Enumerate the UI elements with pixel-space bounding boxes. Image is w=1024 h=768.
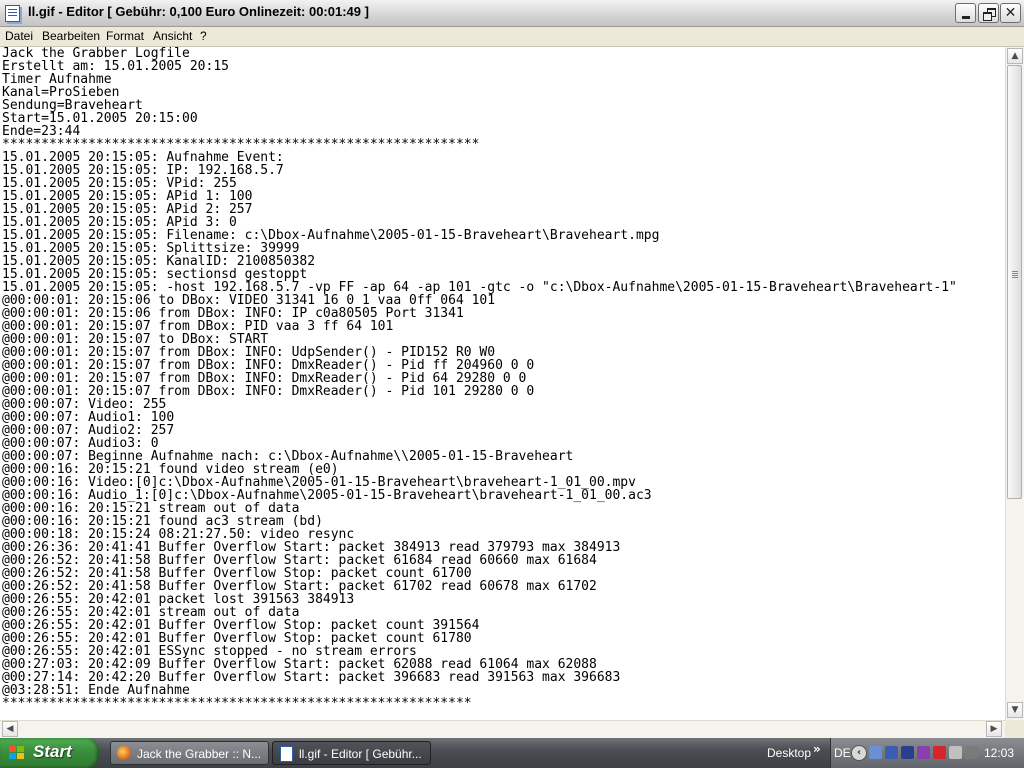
clock: 12:03 xyxy=(984,746,1015,760)
language-indicator[interactable]: DE xyxy=(834,746,851,760)
firefox-icon xyxy=(117,746,131,760)
arrow-left-icon: ◀ xyxy=(6,724,14,734)
taskbar-item-label: ll.gif - Editor [ Gebühr... xyxy=(299,747,422,761)
menu-bearbeiten[interactable]: Bearbeiten xyxy=(42,29,100,43)
media-icon[interactable] xyxy=(917,746,930,759)
antivirus-icon[interactable] xyxy=(933,746,946,759)
network-icon[interactable] xyxy=(869,746,882,759)
taskbar-item-label: Jack the Grabber :: N... xyxy=(137,747,262,761)
menu-ansicht[interactable]: Ansicht xyxy=(153,29,192,43)
windows-logo-icon xyxy=(9,746,25,760)
toolbar-chevron-icon[interactable]: » xyxy=(813,742,821,756)
taskbar-item-editor[interactable]: ll.gif - Editor [ Gebühr... xyxy=(272,741,431,765)
size-grip[interactable] xyxy=(1005,720,1024,738)
menu-help[interactable]: ? xyxy=(200,29,207,43)
system-tray: DE ‹ 12:03 xyxy=(830,738,1024,768)
usb-icon[interactable] xyxy=(949,746,962,759)
notepad-icon xyxy=(280,746,293,762)
volume-icon[interactable] xyxy=(901,746,914,759)
tray-collapse-icon[interactable]: ‹ xyxy=(851,745,867,761)
minimize-button[interactable] xyxy=(955,3,976,23)
title-bar[interactable]: ll.gif - Editor [ Gebühr: 0,100 Euro Onl… xyxy=(0,0,1024,27)
scroll-down-button[interactable]: ▼ xyxy=(1007,702,1023,718)
document-text: Jack the Grabber Logfile Erstellt am: 15… xyxy=(2,47,957,711)
editor-window: ll.gif - Editor [ Gebühr: 0,100 Euro Onl… xyxy=(0,0,1024,738)
horizontal-scrollbar[interactable]: ◀ ▶ xyxy=(0,720,1005,738)
menu-format[interactable]: Format xyxy=(106,29,144,43)
start-button[interactable]: Start xyxy=(0,738,99,768)
arrow-right-icon: ▶ xyxy=(990,724,998,734)
close-button[interactable]: ✕ xyxy=(1000,3,1021,23)
restore-button[interactable] xyxy=(978,3,999,23)
taskbar: Start Jack the Grabber :: N... ll.gif - … xyxy=(0,738,1024,768)
arrow-down-icon: ▼ xyxy=(1011,705,1019,715)
display-icon[interactable] xyxy=(885,746,898,759)
window-title: ll.gif - Editor [ Gebühr: 0,100 Euro Onl… xyxy=(28,4,369,19)
vertical-scrollbar[interactable]: ▲ ▼ xyxy=(1005,47,1024,720)
scroll-right-button[interactable]: ▶ xyxy=(986,721,1002,737)
keyboard-icon[interactable] xyxy=(965,746,978,759)
vertical-scroll-thumb[interactable] xyxy=(1007,65,1022,499)
minimize-icon xyxy=(961,16,970,19)
scroll-left-button[interactable]: ◀ xyxy=(2,721,18,737)
desktop-toolbar-label[interactable]: Desktop xyxy=(767,746,811,760)
close-icon: ✕ xyxy=(1004,5,1017,21)
text-area[interactable]: Jack the Grabber Logfile Erstellt am: 15… xyxy=(0,47,1005,720)
taskbar-item-firefox[interactable]: Jack the Grabber :: N... xyxy=(110,741,269,765)
restore-icon xyxy=(982,7,996,21)
start-label: Start xyxy=(33,742,72,761)
arrow-up-icon: ▲ xyxy=(1011,51,1019,61)
notepad-icon[interactable] xyxy=(5,5,20,22)
menu-datei[interactable]: Datei xyxy=(5,29,33,43)
menu-bar: Datei Bearbeiten Format Ansicht ? xyxy=(0,27,1024,47)
scroll-up-button[interactable]: ▲ xyxy=(1007,48,1023,64)
